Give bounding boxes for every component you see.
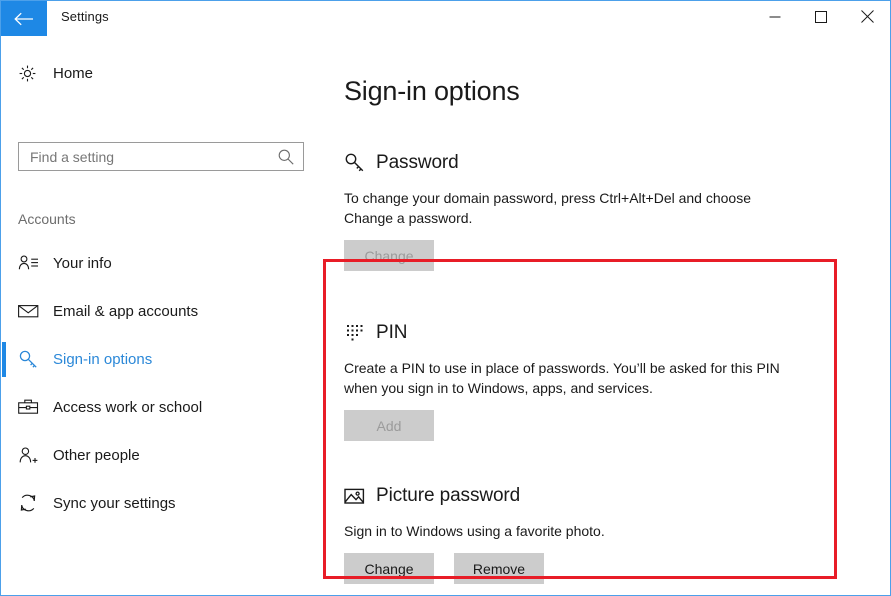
- sidebar-item-sync-your-settings[interactable]: Sync your settings: [1, 479, 321, 527]
- sidebar-item-your-info[interactable]: Your info: [1, 239, 321, 287]
- picture-password-change-button[interactable]: Change: [344, 553, 434, 584]
- picture-icon: [344, 487, 370, 506]
- close-icon: [860, 9, 874, 28]
- page-title: Sign-in options: [344, 76, 520, 107]
- section-password-description: To change your domain password, press Ct…: [344, 190, 751, 226]
- section-pin-title: PIN: [376, 322, 408, 343]
- selection-indicator: [2, 342, 6, 377]
- key-icon: [18, 348, 42, 370]
- maximize-button[interactable]: [798, 1, 844, 36]
- section-password-buttons: Change: [344, 240, 786, 271]
- section-pin-buttons: Add: [344, 410, 786, 441]
- sidebar-item-sign-in-options[interactable]: Sign-in options: [1, 335, 321, 383]
- envelope-icon: [18, 300, 42, 322]
- back-button[interactable]: [1, 1, 47, 36]
- sidebar-item-label: Other people: [53, 446, 140, 464]
- pin-add-button[interactable]: Add: [344, 410, 434, 441]
- sidebar-item-home[interactable]: Home: [18, 57, 288, 89]
- sidebar-item-home-label: Home: [53, 64, 94, 82]
- section-picture-password-title: Picture password: [376, 485, 521, 506]
- section-picture-password-header: Picture password: [344, 484, 605, 508]
- sidebar-item-label: Your info: [53, 254, 112, 272]
- section-password: Password To change your domain password,…: [344, 151, 786, 271]
- sidebar-item-email-app-accounts[interactable]: Email & app accounts: [1, 287, 321, 335]
- minimize-button[interactable]: [752, 1, 798, 36]
- user-add-icon: [18, 444, 42, 466]
- search-icon[interactable]: [277, 148, 295, 171]
- password-change-button[interactable]: Change: [344, 240, 434, 271]
- sidebar-item-label: Access work or school: [53, 398, 203, 416]
- sidebar-item-other-people[interactable]: Other people: [1, 431, 321, 479]
- title-bar: Settings: [1, 1, 890, 37]
- section-picture-password-description: Sign in to Windows using a favorite phot…: [344, 523, 605, 539]
- picture-password-remove-button[interactable]: Remove: [454, 553, 544, 584]
- section-pin-description: Create a PIN to use in place of password…: [344, 360, 780, 396]
- content-pane: Sign-in options Password To change your …: [321, 37, 890, 595]
- key-icon: [344, 152, 370, 174]
- section-pin-header: PIN: [344, 321, 786, 345]
- search-box[interactable]: [18, 142, 304, 171]
- briefcase-icon: [18, 396, 42, 418]
- sync-icon: [18, 492, 42, 514]
- window-title: Settings: [61, 9, 109, 24]
- sidebar-item-label: Sync your settings: [53, 494, 176, 512]
- section-picture-password: Picture password Sign in to Windows usin…: [344, 484, 605, 584]
- keypad-dots-icon: [344, 323, 370, 343]
- section-password-header: Password: [344, 151, 786, 175]
- settings-window: Settings Home Find a setting Accounts Yo…: [0, 0, 891, 596]
- section-password-title: Password: [376, 152, 459, 173]
- section-picture-password-buttons: Change Remove: [344, 553, 605, 584]
- user-info-icon: [18, 252, 42, 274]
- minimize-icon: [769, 10, 781, 28]
- close-button[interactable]: [844, 1, 890, 36]
- section-pin: PIN Create a PIN to use in place of pass…: [344, 321, 786, 441]
- sidebar: Home Accounts: [1, 37, 321, 595]
- maximize-icon: [815, 10, 827, 28]
- sidebar-item-label: Email & app accounts: [53, 302, 199, 320]
- sidebar-item-access-work-or-school[interactable]: Access work or school: [1, 383, 321, 431]
- sidebar-item-label: Sign-in options: [53, 350, 153, 368]
- sidebar-group-title: Accounts: [18, 211, 76, 227]
- sidebar-nav-list: Your info Email & app accounts Sign-in o…: [1, 239, 321, 527]
- gear-icon: [18, 64, 42, 83]
- search-input[interactable]: [30, 146, 260, 167]
